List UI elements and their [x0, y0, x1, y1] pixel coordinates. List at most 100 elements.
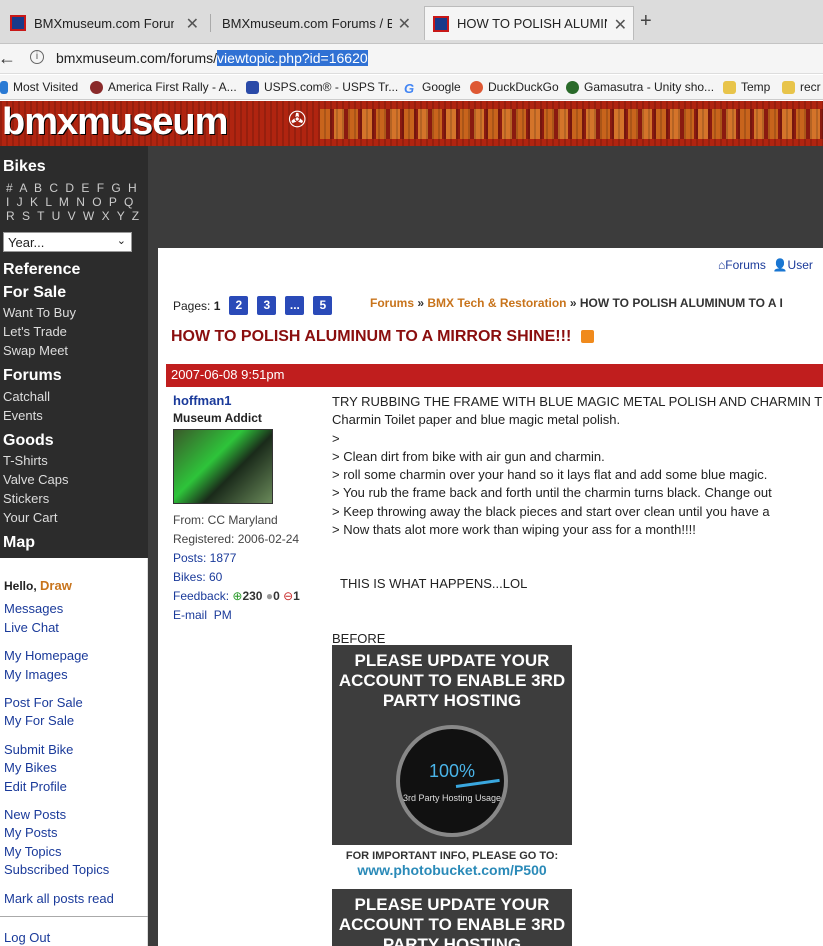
current-page: 1 — [213, 298, 221, 313]
email-link[interactable]: E-mail — [173, 608, 207, 622]
sidebar-item-swap[interactable]: Swap Meet — [3, 343, 68, 358]
sidebar-item-cart[interactable]: Your Cart — [3, 510, 57, 525]
close-tab-icon[interactable]: ✕ — [614, 15, 627, 35]
tab-forums-2[interactable]: BMXmuseum.com Forums / BM ✕ — [222, 6, 417, 40]
page-link-5[interactable]: 5 — [313, 296, 333, 315]
author-rank: Museum Addict — [173, 411, 262, 425]
post-happens: THIS IS WHAT HAPPENS...LOL — [340, 576, 528, 592]
bookmark-rally[interactable]: America First Rally - A... — [90, 80, 237, 94]
toplink-forums[interactable]: Forums — [725, 258, 766, 272]
bookmark-duckduckgo[interactable]: DuckDuckGo — [470, 80, 559, 94]
sidebar-item-catchall[interactable]: Catchall — [3, 389, 50, 404]
site-logo[interactable]: bmxmuseum — [2, 101, 228, 144]
menu-edit-profile[interactable]: Edit Profile — [4, 779, 67, 794]
forum-content: ⌂Forums 👤User Pages: 1 2 3 ... 5 Forums … — [158, 248, 823, 946]
bookmark-gamasutra[interactable]: Gamasutra - Unity sho... — [566, 80, 714, 94]
menu-my-bikes[interactable]: My Bikes — [4, 760, 57, 775]
close-tab-icon[interactable]: ✕ — [186, 14, 199, 34]
menu-subscribed-topics[interactable]: Subscribed Topics — [4, 862, 109, 877]
sidebar-item-events[interactable]: Events — [3, 408, 43, 423]
bmx-favicon-icon — [10, 15, 26, 31]
bookmark-recr[interactable]: recr — [782, 80, 821, 94]
bookmark-usps[interactable]: USPS.com® - USPS Tr... — [246, 80, 398, 94]
menu-live-chat[interactable]: Live Chat — [4, 620, 59, 635]
bookmarks-bar: Most Visited America First Rally - A... … — [0, 75, 823, 100]
sidebar-item-tshirts[interactable]: T-Shirts — [3, 453, 48, 468]
author-posts[interactable]: Posts: 1877 — [173, 551, 323, 565]
positive-icon: ⊕ — [232, 589, 243, 603]
menu-my-images[interactable]: My Images — [4, 667, 68, 682]
google-icon: G — [404, 80, 415, 96]
info-icon[interactable]: i — [30, 50, 44, 64]
menu-post-for-sale[interactable]: Post For Sale — [4, 695, 83, 710]
menu-my-homepage[interactable]: My Homepage — [4, 648, 89, 663]
page-link-2[interactable]: 2 — [229, 296, 249, 315]
menu-my-topics[interactable]: My Topics — [4, 844, 62, 859]
menu-log-out[interactable]: Log Out — [4, 930, 50, 945]
alpha-index-row2[interactable]: I J K L M N O P Q — [6, 195, 135, 209]
avatar[interactable] — [173, 429, 273, 504]
sidebar-item-stickers[interactable]: Stickers — [3, 491, 49, 506]
post-date-bar: 2007-06-08 9:51pm — [166, 364, 823, 387]
menu-my-for-sale[interactable]: My For Sale — [4, 713, 74, 728]
crumb-section[interactable]: BMX Tech & Restoration — [427, 296, 566, 310]
sidebar-item-want[interactable]: Want To Buy — [3, 305, 76, 320]
gear-icon — [0, 80, 8, 94]
tab-active[interactable]: HOW TO POLISH ALUMINU ✕ — [424, 6, 634, 40]
nav-bar: ← i bmxmuseum.com/forums/viewtopic.php?i… — [0, 44, 823, 74]
gamasutra-icon — [566, 80, 579, 94]
author-from: From: CC Maryland — [173, 513, 278, 527]
menu-mark-read[interactable]: Mark all posts read — [4, 891, 114, 906]
bmx-favicon-icon — [433, 15, 449, 32]
bikes-heading[interactable]: Bikes — [3, 158, 46, 176]
menu-messages[interactable]: Messages — [4, 601, 63, 616]
site-banner: bmxmuseum ✇ — [0, 101, 823, 146]
duck-icon — [470, 80, 483, 94]
pagination: Pages: 1 2 3 ... 5 — [173, 296, 333, 315]
toplink-users[interactable]: User — [788, 258, 813, 272]
year-select[interactable]: Year... ⌄ — [3, 232, 132, 252]
gauge-icon: 100% 3rd Party Hosting Usage — [396, 725, 508, 837]
usps-icon — [246, 80, 259, 94]
tab-forums-1[interactable]: BMXmuseum.com Forums / ✕ — [10, 6, 205, 40]
users-icon: 👤 — [772, 258, 788, 272]
crumb-forums[interactable]: Forums — [370, 296, 414, 310]
back-arrow-icon[interactable]: ← — [0, 48, 16, 69]
sidebar-item-valve[interactable]: Valve Caps — [3, 472, 69, 487]
menu-my-posts[interactable]: My Posts — [4, 825, 57, 840]
forums-heading[interactable]: Forums — [3, 367, 62, 385]
folder-icon — [723, 80, 736, 94]
photobucket-placeholder[interactable]: PLEASE UPDATE YOUR ACCOUNT TO ENABLE 3RD… — [332, 645, 572, 885]
username-link[interactable]: Draw — [40, 578, 72, 593]
post-author: hoffman1 Museum Addict From: CC Maryland… — [173, 393, 323, 622]
photobucket-placeholder-2[interactable]: PLEASE UPDATE YOUR ACCOUNT TO ENABLE 3RD… — [332, 889, 572, 946]
close-tab-icon[interactable]: ✕ — [398, 14, 411, 34]
map-heading[interactable]: Map — [3, 534, 35, 552]
bookmark-google[interactable]: G Google — [404, 80, 461, 96]
alpha-index-row1[interactable]: # A B C D E F G H — [6, 181, 139, 195]
pm-link[interactable]: PM — [214, 608, 232, 622]
address-bar[interactable]: bmxmuseum.com/forums/viewtopic.php?id=16… — [56, 50, 368, 66]
sidebar: Bikes # A B C D E F G H I J K L M N O P … — [0, 146, 148, 558]
bookmark-temp[interactable]: Temp — [723, 80, 770, 94]
bookmark-most-visited[interactable]: Most Visited — [0, 80, 78, 94]
author-bikes[interactable]: Bikes: 60 — [173, 570, 323, 584]
rss-icon[interactable] — [581, 330, 595, 344]
page-link-3[interactable]: 3 — [257, 296, 277, 315]
post-body: TRY RUBBING THE FRAME WITH BLUE MAGIC ME… — [332, 393, 823, 648]
alpha-index-row3[interactable]: R S T U V W X Y Z — [6, 209, 141, 223]
tab-bar: BMXmuseum.com Forums / ✕ BMXmuseum.com F… — [0, 0, 823, 44]
goods-heading[interactable]: Goods — [3, 432, 54, 450]
chevron-down-icon: ⌄ — [116, 235, 126, 247]
breadcrumb: Forums » BMX Tech & Restoration » HOW TO… — [370, 296, 783, 310]
neutral-icon: ● — [265, 589, 274, 603]
forsale-heading[interactable]: For Sale — [3, 284, 66, 302]
reference-heading[interactable]: Reference — [3, 261, 80, 279]
menu-submit-bike[interactable]: Submit Bike — [4, 742, 73, 757]
new-tab-icon[interactable]: + — [640, 10, 652, 33]
menu-new-posts[interactable]: New Posts — [4, 807, 66, 822]
author-feedback[interactable]: Feedback: ⊕230 ●0 ⊖1 — [173, 589, 323, 603]
author-name[interactable]: hoffman1 — [173, 393, 323, 408]
sidebar-item-trade[interactable]: Let's Trade — [3, 324, 67, 339]
page-link-ellipsis[interactable]: ... — [285, 296, 305, 315]
